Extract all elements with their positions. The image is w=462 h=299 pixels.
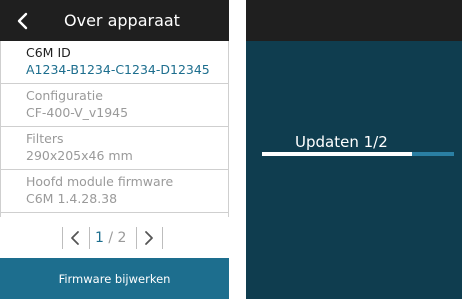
chevron-right-icon	[145, 231, 153, 245]
info-list: C6M ID A1234-B1234-C1234-D12345 Configur…	[0, 41, 229, 213]
info-row-label: Filters	[26, 131, 64, 146]
chevron-left-icon	[17, 12, 28, 30]
firmware-update-screen: Updaten 1/2	[246, 0, 462, 299]
update-progress-bar	[262, 152, 454, 156]
previous-page-button[interactable]	[67, 226, 83, 250]
total-pages: 2	[117, 230, 127, 246]
info-row-filters[interactable]: Filters 290x205x46 mm	[0, 127, 229, 170]
pager-divider	[136, 227, 137, 249]
info-row-value: 290x205x46 mm	[26, 148, 133, 163]
pager-divider	[62, 227, 63, 249]
pager-divider	[89, 227, 90, 249]
header-bar: Over apparaat	[0, 0, 229, 41]
chevron-left-icon	[71, 231, 79, 245]
info-row-c6m-id[interactable]: C6M ID A1234-B1234-C1234-D12345	[0, 41, 229, 84]
pager-divider	[162, 227, 163, 249]
current-page: 1	[95, 230, 104, 246]
about-device-screen: Over apparaat C6M ID A1234-B1234-C1234-D…	[0, 0, 229, 299]
back-button[interactable]	[12, 10, 32, 32]
info-row-value: C6M 1.4.28.38	[26, 191, 118, 206]
page-title: Over apparaat	[64, 11, 180, 30]
info-row-main-module-firmware[interactable]: Hoofd module firmware C6M 1.4.28.38	[0, 170, 229, 213]
update-firmware-button[interactable]: Firmware bijwerken	[0, 258, 229, 299]
info-row-label: C6M ID	[26, 45, 71, 60]
next-page-button[interactable]	[141, 226, 157, 250]
info-row-configuration[interactable]: Configuratie CF-400-V_v1945	[0, 84, 229, 127]
pager: 1 / 2	[0, 217, 229, 258]
page-indicator: 1 / 2	[95, 228, 126, 248]
update-progress-fill	[262, 152, 412, 156]
info-row-value: CF-400-V_v1945	[26, 105, 129, 120]
header-bar	[246, 0, 462, 41]
info-row-label: Hoofd module firmware	[26, 174, 174, 189]
info-row-value: A1234-B1234-C1234-D12345	[26, 62, 210, 77]
update-status-text: Updaten 1/2	[295, 133, 388, 151]
page-separator: /	[108, 230, 114, 246]
info-row-label: Configuratie	[26, 88, 103, 103]
